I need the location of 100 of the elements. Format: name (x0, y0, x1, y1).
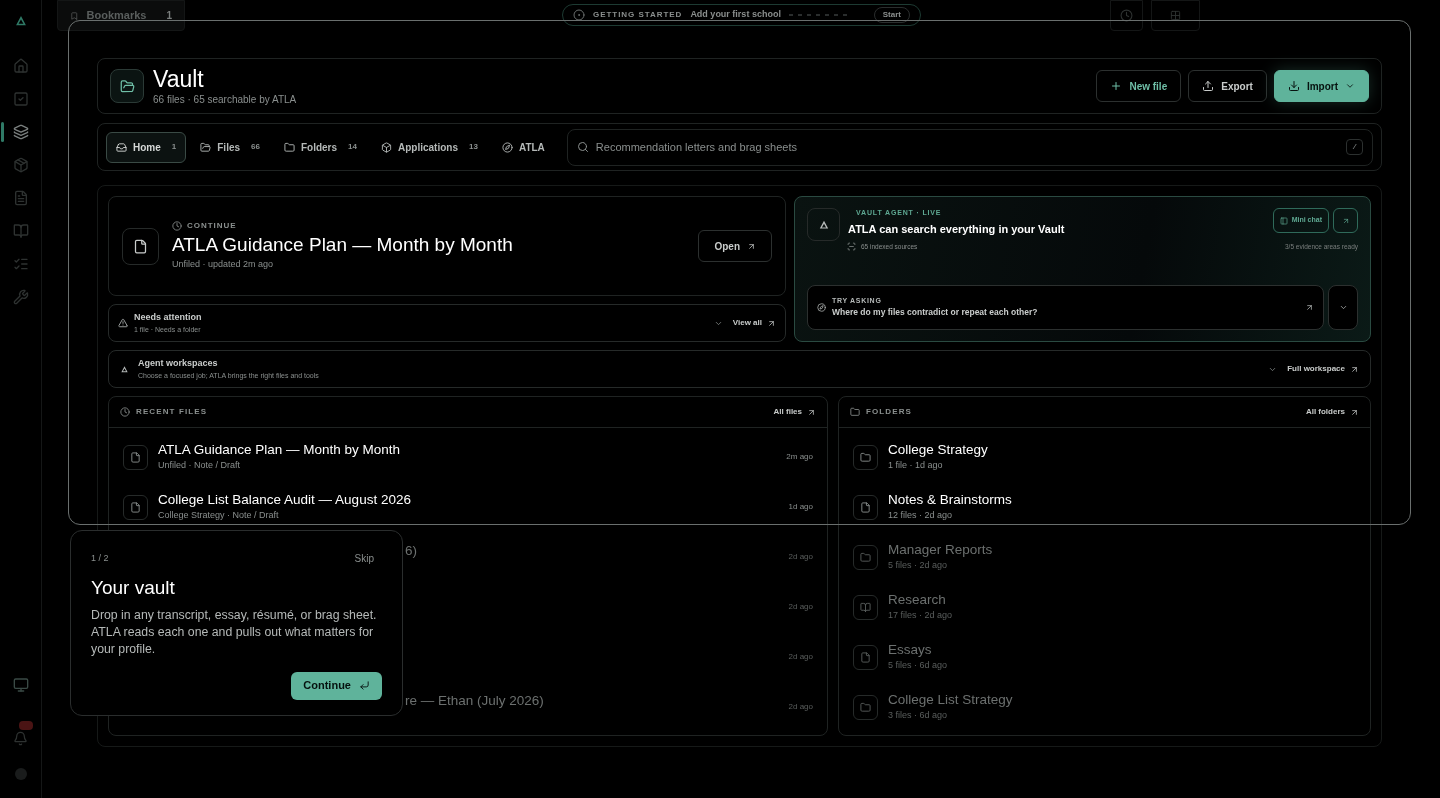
package-icon[interactable] (12, 157, 29, 173)
agent-title: ATLA can search everything in your Vault (848, 221, 1065, 237)
section-tag: CONTINUE (187, 220, 237, 233)
folder-name: College List Strategy (888, 691, 1013, 710)
notification-icon[interactable] (13, 731, 28, 746)
continue-button[interactable]: Continue (291, 671, 382, 700)
file-row[interactable]: ATLA Guidance Plan — Month by Month Unfiled · Note / Draft 2m ago (109, 432, 827, 482)
file-title: ATLA Guidance Plan — Month by Month (158, 441, 401, 460)
monitor-icon[interactable] (12, 677, 29, 693)
attention-title: Needs attention (134, 311, 202, 324)
folder-row[interactable]: College List Strategy 3 files · 6d ago (839, 682, 1370, 732)
file-time: 2d ago (788, 701, 813, 713)
continue-title: ATLA Guidance Plan — Month by Month (172, 233, 513, 258)
panel-title: FOLDERS (866, 406, 913, 418)
shortcut-key: / (1346, 138, 1363, 155)
document-icon[interactable] (12, 190, 29, 206)
folder-row[interactable]: Essays 5 files · 6d ago (839, 632, 1370, 682)
skip-link[interactable]: Skip (354, 551, 374, 566)
folder-row[interactable]: Manager Reports 5 files · 2d ago (839, 532, 1370, 582)
clock-icon (120, 407, 130, 417)
tab[interactable]: Files 66 (190, 131, 270, 163)
plus-icon (1110, 80, 1123, 92)
prompt-text: Where do my files contradict or repeat each other? (832, 306, 1038, 320)
arrow-icon (1341, 216, 1350, 225)
folder-row[interactable]: College Strategy 1 file · 1d ago (839, 432, 1370, 482)
progress-dashes (788, 14, 849, 16)
folder-icon (200, 141, 212, 153)
logo-icon (120, 364, 129, 374)
view-all-link[interactable]: View all (732, 317, 776, 329)
clock-icon (172, 221, 182, 232)
enter-icon (359, 680, 370, 691)
file-row[interactable]: College List Balance Audit — August 2026 College Strategy · Note / Draft 1d ago (109, 482, 827, 532)
checkbox-icon[interactable] (12, 91, 29, 107)
file-time: 1d ago (788, 501, 813, 513)
tab[interactable]: Applications 13 (371, 131, 488, 163)
arrow-icon (807, 407, 816, 417)
compass-icon (817, 303, 826, 312)
file-title: 6) (405, 542, 417, 560)
file-icon (122, 227, 159, 265)
panel-title: RECENT FILES (136, 406, 208, 418)
arrow-icon (1305, 303, 1314, 312)
folder-row[interactable]: Notes & Brainstorms 12 files · 2d ago (839, 482, 1370, 532)
box-icon (381, 141, 392, 153)
folder-icon (283, 141, 295, 153)
folder-name: Research (888, 591, 947, 610)
panel-icon (1279, 216, 1288, 225)
grid-icon[interactable] (1170, 10, 1181, 21)
layers-icon[interactable] (12, 124, 29, 140)
folder-icon (850, 407, 860, 417)
download-icon (1287, 80, 1300, 92)
caret-icon (1345, 81, 1355, 91)
book-icon (853, 594, 878, 620)
more-prompts-button[interactable] (1328, 285, 1358, 330)
folder-meta: 5 files · 6d ago (888, 659, 948, 673)
page-subtitle: 66 files · 65 searchable by ATLA (153, 92, 297, 107)
file-icon (123, 444, 148, 470)
active-indicator (0, 122, 4, 142)
history-icon[interactable] (1120, 9, 1133, 22)
new-button[interactable]: New file (1096, 70, 1182, 102)
document-icon (853, 494, 878, 520)
home-icon[interactable] (12, 58, 29, 74)
tab[interactable]: Folders 14 (273, 131, 367, 163)
folder-name: Essays (888, 641, 933, 660)
file-title: re — Ethan (July 2026) (405, 692, 544, 710)
tab[interactable]: Home 1 (106, 131, 187, 163)
tour-title: Your vault (91, 576, 176, 600)
logo-icon (13, 14, 28, 28)
step-counter: 1 / 2 (91, 551, 109, 565)
search-icon (576, 140, 589, 153)
export-button[interactable]: Export (1188, 70, 1267, 102)
bookmark-icon (70, 9, 79, 22)
bookmarks-button[interactable]: Bookmarks 1 (57, 0, 185, 31)
folder-meta: 5 files · 2d ago (888, 559, 949, 573)
arrow-icon (1350, 407, 1359, 417)
scan-icon (847, 242, 856, 252)
view-all-link[interactable]: All folders (1305, 406, 1359, 418)
checklist-icon[interactable] (12, 256, 29, 272)
file-icon (123, 494, 148, 520)
notification-badge (19, 721, 33, 730)
book-icon[interactable] (12, 223, 29, 239)
avatar[interactable] (14, 768, 27, 780)
arrow-icon (767, 318, 776, 328)
file-time: 2d ago (788, 651, 813, 663)
chevron-icon (1338, 303, 1348, 312)
tab[interactable]: ATLA (491, 131, 555, 163)
folder-meta: 17 files · 2d ago (888, 609, 953, 623)
view-all-link[interactable]: All files (773, 406, 816, 418)
folder-meta: 3 files · 6d ago (888, 709, 949, 723)
folder-name: Notes & Brainstorms (888, 491, 1012, 510)
file-meta: College Strategy · Note / Draft (158, 509, 280, 523)
open-button[interactable]: Open (698, 230, 772, 262)
folder-meta: 1 file · 1d ago (888, 459, 944, 473)
expand-button[interactable] (1333, 208, 1358, 233)
wrench-icon[interactable] (12, 289, 29, 305)
folder-meta: 12 files · 2d ago (888, 509, 954, 523)
folder-row[interactable]: Research 17 files · 2d ago (839, 582, 1370, 632)
vault-icon (110, 69, 144, 103)
continue-meta: Unfiled · updated 2m ago (172, 258, 275, 272)
full-workspace-link[interactable]: Full workspace (1287, 363, 1359, 375)
import-button[interactable]: Import (1273, 70, 1369, 102)
